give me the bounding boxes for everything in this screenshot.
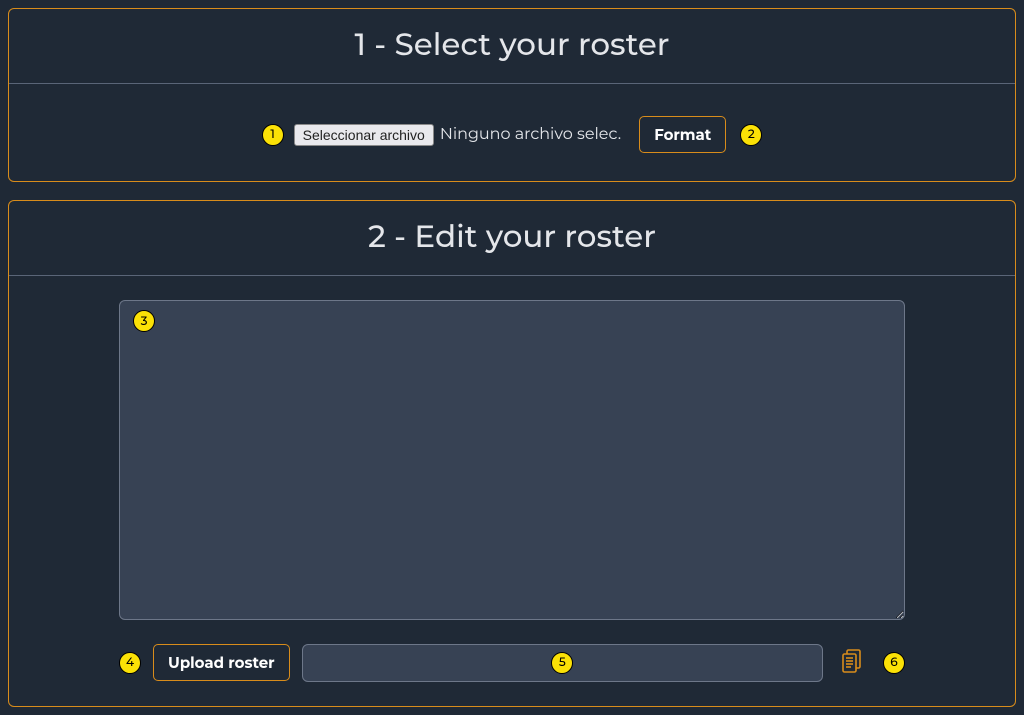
clipboard-icon (839, 647, 865, 678)
step2-footer-row: 4 Upload roster 5 (119, 643, 905, 682)
format-group: Format 2 (639, 116, 762, 153)
badge-5: 5 (551, 652, 573, 674)
file-select-button[interactable]: Seleccionar archivo (294, 124, 434, 146)
badge-4: 4 (119, 652, 141, 674)
step1-panel: 1 - Select your roster 1 Seleccionar arc… (8, 8, 1016, 182)
format-button[interactable]: Format (639, 116, 726, 153)
copy-button[interactable] (835, 643, 869, 682)
url-input-wrap: 5 (302, 644, 823, 682)
upload-group: 4 Upload roster (119, 644, 290, 681)
textarea-wrap: 3 (119, 300, 905, 625)
step1-header: 1 - Select your roster (9, 9, 1015, 84)
step1-title: 1 - Select your roster (9, 25, 1015, 63)
badge-6: 6 (883, 652, 905, 674)
file-status-text: Ninguno archivo selec. (440, 125, 621, 144)
file-input-group: 1 Seleccionar archivo Ninguno archivo se… (262, 124, 622, 146)
copy-group: 6 (835, 643, 905, 682)
upload-roster-button[interactable]: Upload roster (153, 644, 290, 681)
step2-panel: 2 - Edit your roster 3 4 Upload roster 5 (8, 200, 1016, 707)
step2-header: 2 - Edit your roster (9, 201, 1015, 276)
step2-title: 2 - Edit your roster (9, 217, 1015, 255)
roster-textarea[interactable] (119, 300, 905, 620)
file-input[interactable]: Seleccionar archivo Ninguno archivo sele… (294, 124, 622, 146)
badge-3: 3 (133, 310, 155, 332)
badge-1: 1 (262, 124, 284, 146)
badge-2: 2 (740, 124, 762, 146)
step1-body: 1 Seleccionar archivo Ninguno archivo se… (9, 84, 1015, 181)
step2-body: 3 4 Upload roster 5 (9, 276, 1015, 706)
